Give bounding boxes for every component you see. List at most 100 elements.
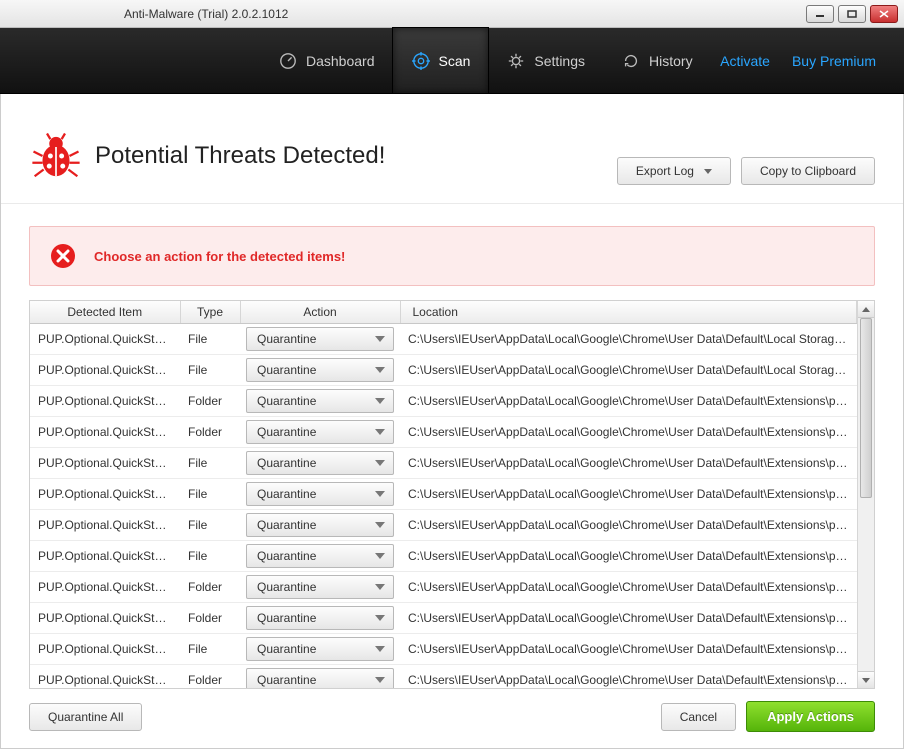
quarantine-all-label: Quarantine All (48, 710, 123, 724)
table-row[interactable]: PUP.Optional.QuickStart.AFileQuarantineC… (30, 634, 857, 665)
chevron-down-icon (375, 398, 385, 404)
action-dropdown[interactable]: Quarantine (246, 668, 394, 688)
window-title: Anti-Malware (Trial) 2.0.2.1012 (124, 7, 288, 21)
table-row[interactable]: PUP.Optional.QuickStart.AFolderQuarantin… (30, 665, 857, 689)
cell-action: Quarantine (240, 386, 400, 417)
activate-link[interactable]: Activate (720, 53, 770, 69)
table-row[interactable]: PUP.Optional.QuickStart.AFileQuarantineC… (30, 448, 857, 479)
cell-detected: PUP.Optional.QuickStart.A (30, 603, 180, 634)
table-row[interactable]: PUP.Optional.QuickStart.AFolderQuarantin… (30, 386, 857, 417)
quarantine-all-button[interactable]: Quarantine All (29, 703, 142, 731)
cancel-button[interactable]: Cancel (661, 703, 736, 731)
cell-detected: PUP.Optional.QuickStart.A (30, 572, 180, 603)
action-dropdown[interactable]: Quarantine (246, 389, 394, 413)
action-dropdown[interactable]: Quarantine (246, 606, 394, 630)
maximize-icon (847, 10, 857, 18)
scroll-down-button[interactable] (858, 671, 874, 688)
vertical-scrollbar[interactable] (857, 301, 874, 688)
chevron-down-icon (375, 646, 385, 652)
nav-dashboard[interactable]: Dashboard (260, 28, 393, 93)
cell-location: C:\Users\IEUser\AppData\Local\Google\Chr… (400, 541, 857, 572)
cell-action: Quarantine (240, 324, 400, 355)
table-row[interactable]: PUP.Optional.QuickStart.AFileQuarantineC… (30, 324, 857, 355)
cell-type: Folder (180, 603, 240, 634)
target-icon (411, 51, 431, 71)
table-row[interactable]: PUP.Optional.QuickStart.AFileQuarantineC… (30, 510, 857, 541)
table-header-row: Detected Item Type Action Location (30, 301, 857, 324)
nav-logo-area (0, 28, 260, 93)
refresh-icon (621, 51, 641, 71)
action-value: Quarantine (257, 332, 316, 346)
cell-action: Quarantine (240, 541, 400, 572)
content-area: Choose an action for the detected items!… (1, 204, 903, 689)
app-icon-placeholder (10, 5, 104, 23)
gear-icon (506, 51, 526, 71)
col-type[interactable]: Type (180, 301, 240, 324)
cell-type: Folder (180, 417, 240, 448)
page-title: Potential Threats Detected! (95, 142, 385, 170)
col-action[interactable]: Action (240, 301, 400, 324)
threats-table-scroll: Detected Item Type Action Location PUP.O… (30, 301, 857, 688)
nav-settings[interactable]: Settings (488, 28, 603, 93)
cell-type: File (180, 479, 240, 510)
footer-actions: Quarantine All Cancel Apply Actions (1, 689, 903, 744)
table-row[interactable]: PUP.Optional.QuickStart.AFile Quarantine C… (30, 479, 857, 510)
action-dropdown[interactable]: Quarantine (246, 544, 394, 568)
cell-detected: PUP.Optional.QuickStart.A (30, 417, 180, 448)
cell-type: File (180, 355, 240, 386)
cell-location: C:\Users\IEUser\AppData\Local\Google\Chr… (400, 479, 857, 510)
close-icon (879, 10, 889, 18)
action-value: Quarantine (257, 487, 316, 501)
nav-history[interactable]: History (603, 28, 711, 93)
action-dropdown[interactable]: Quarantine (246, 420, 394, 444)
table-row[interactable]: PUP.Optional.QuickStart.AFolderQuarantin… (30, 572, 857, 603)
cell-type: Folder (180, 665, 240, 689)
export-log-button[interactable]: Export Log (617, 157, 731, 185)
table-row[interactable]: PUP.Optional.QuickStart.AFileQuarantineC… (30, 355, 857, 386)
apply-actions-button[interactable]: Apply Actions (746, 701, 875, 732)
cell-detected: PUP.Optional.QuickStart.A (30, 541, 180, 572)
action-dropdown[interactable]: Quarantine (246, 482, 394, 506)
chevron-up-icon (862, 307, 870, 312)
chevron-down-icon (862, 678, 870, 683)
action-dropdown[interactable]: Quarantine (246, 637, 394, 661)
buy-premium-link[interactable]: Buy Premium (792, 53, 876, 69)
cell-detected: PUP.Optional.QuickStart.A (30, 510, 180, 541)
cell-location: C:\Users\IEUser\AppData\Local\Google\Chr… (400, 665, 857, 689)
export-log-label: Export Log (636, 164, 694, 178)
action-dropdown[interactable]: Quarantine (246, 451, 394, 475)
action-dropdown[interactable]: Quarantine (246, 513, 394, 537)
action-value: Quarantine (257, 580, 316, 594)
cell-action: Quarantine (240, 572, 400, 603)
col-location[interactable]: Location (400, 301, 857, 324)
nav-scan[interactable]: Scan (393, 28, 489, 93)
cell-type: Folder (180, 386, 240, 417)
cell-detected: PUP.Optional.QuickStart.A (30, 386, 180, 417)
threats-table: Detected Item Type Action Location PUP.O… (30, 301, 857, 688)
cell-location: C:\Users\IEUser\AppData\Local\Google\Chr… (400, 603, 857, 634)
chevron-down-icon (375, 367, 385, 373)
table-row[interactable]: PUP.Optional.QuickStart.AFolderQuarantin… (30, 417, 857, 448)
action-dropdown[interactable]: Quarantine (246, 358, 394, 382)
action-value: Quarantine (257, 673, 316, 687)
scroll-up-button[interactable] (858, 301, 874, 318)
chevron-down-icon (375, 460, 385, 466)
table-row[interactable]: PUP.Optional.QuickStart.AFileQuarantineC… (30, 541, 857, 572)
minimize-button[interactable] (806, 5, 834, 23)
col-detected[interactable]: Detected Item (30, 301, 180, 324)
scroll-thumb[interactable] (860, 318, 872, 498)
action-dropdown[interactable]: Quarantine (246, 327, 394, 351)
chevron-down-icon (375, 584, 385, 590)
copy-clipboard-button[interactable]: Copy to Clipboard (741, 157, 875, 185)
table-row[interactable]: PUP.Optional.QuickStart.AFolder Quarantin… (30, 603, 857, 634)
header-buttons: Export Log Copy to Clipboard (617, 157, 875, 185)
close-button[interactable] (870, 5, 898, 23)
cell-detected: PUP.Optional.QuickStart.A (30, 479, 180, 510)
cell-action: Quarantine (240, 665, 400, 689)
action-value: Quarantine (257, 642, 316, 656)
action-dropdown[interactable]: Quarantine (246, 575, 394, 599)
action-value: Quarantine (257, 611, 316, 625)
copy-clipboard-label: Copy to Clipboard (760, 164, 856, 178)
maximize-button[interactable] (838, 5, 866, 23)
cell-action: Quarantine (240, 448, 400, 479)
